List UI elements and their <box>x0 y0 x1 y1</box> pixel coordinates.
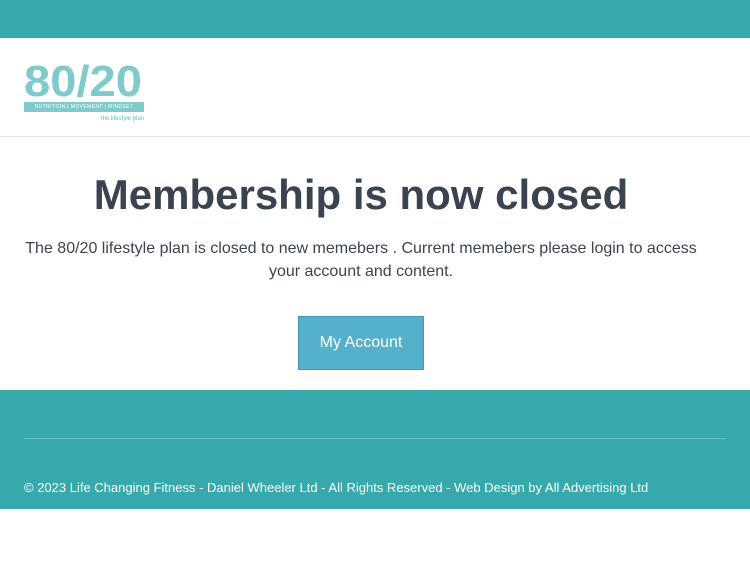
svg-text:80/20: 80/20 <box>24 60 142 100</box>
site-logo[interactable]: 80/20 NUTRITION | MOVEMENT | MINDSET the… <box>24 60 146 126</box>
logo-strip: NUTRITION | MOVEMENT | MINDSET <box>24 102 144 112</box>
page-title: Membership is now closed <box>93 171 629 218</box>
intro-text: The 80/20 lifestyle plan is closed to ne… <box>25 240 697 280</box>
my-account-button[interactable]: My Account <box>298 316 424 370</box>
copyright-text: © 2023 Life Changing Fitness - Daniel Wh… <box>24 480 649 495</box>
main-content: Membership is now closed The 80/20 lifes… <box>0 137 750 390</box>
logo-number: 80/20 <box>24 60 142 100</box>
footer-divider <box>24 438 726 439</box>
top-bar <box>0 0 750 38</box>
logo-tagline: the lifestyle plan <box>100 116 144 122</box>
site-header: 80/20 NUTRITION | MOVEMENT | MINDSET the… <box>0 38 750 137</box>
site-footer: © 2023 Life Changing Fitness - Daniel Wh… <box>0 390 750 509</box>
